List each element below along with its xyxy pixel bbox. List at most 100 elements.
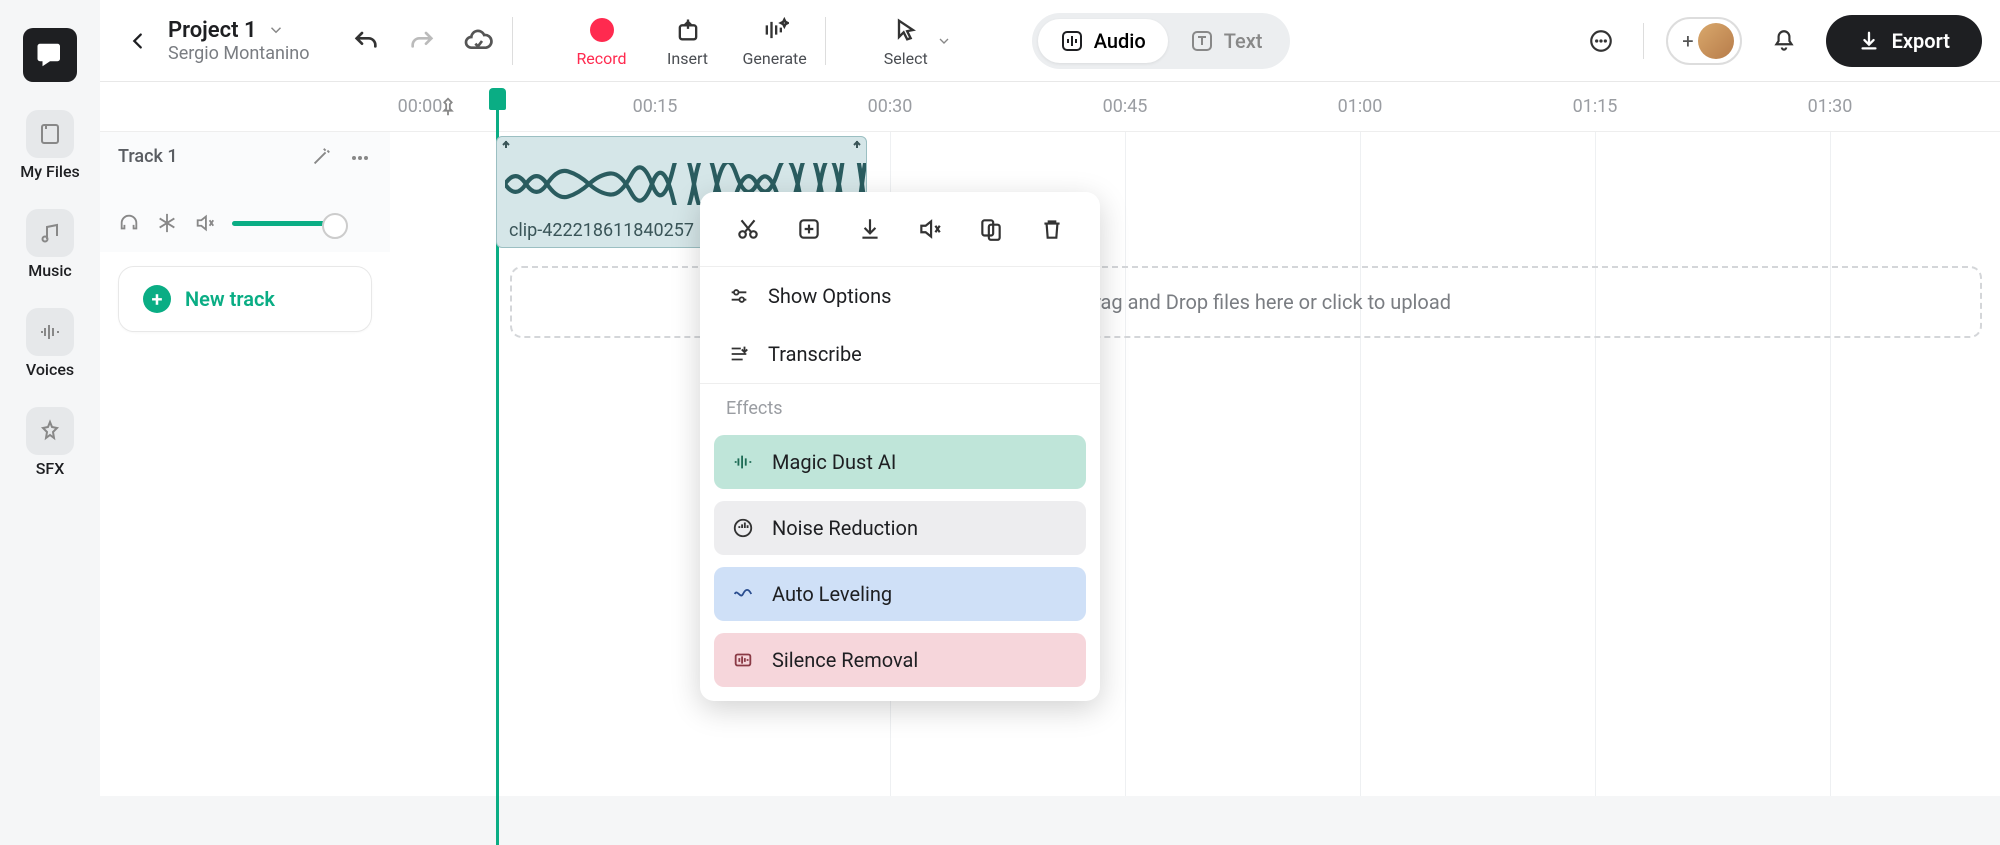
track-header: Track 1 [100, 132, 390, 252]
effect-silence-removal-button[interactable]: Silence Removal [714, 633, 1086, 687]
generate-icon [758, 13, 792, 47]
ruler-tick: 00:30 [868, 96, 913, 117]
clip-context-menu: Show Options Transcribe Effects Magic Du… [700, 192, 1100, 701]
effect-label: Silence Removal [772, 648, 918, 672]
tool-label: Record [576, 49, 626, 68]
download-button[interactable] [849, 208, 891, 250]
music-icon [26, 209, 74, 257]
cut-button[interactable] [727, 208, 769, 250]
magic-wand-icon[interactable] [310, 146, 332, 170]
noise-icon [730, 515, 756, 541]
transcribe-icon [726, 341, 752, 367]
ruler-tick: 00:45 [1103, 96, 1148, 117]
grid-line [1360, 132, 1361, 796]
delete-button[interactable] [1031, 208, 1073, 250]
grid-line [1125, 132, 1126, 796]
rail-label: My Files [20, 162, 80, 181]
voices-icon [26, 308, 74, 356]
redo-button[interactable] [406, 25, 438, 57]
tool-label: Select [884, 49, 928, 68]
more-icon[interactable] [348, 146, 372, 170]
chevron-down-icon [936, 33, 952, 49]
share-users[interactable]: + [1666, 17, 1741, 65]
mode-label: Audio [1094, 29, 1146, 53]
mode-audio-button[interactable]: Audio [1038, 19, 1168, 63]
new-track-button[interactable]: + New track [118, 266, 372, 332]
divider [1643, 23, 1644, 59]
mute-icon[interactable] [194, 212, 216, 234]
ctx-label: Show Options [768, 284, 891, 308]
cursor-icon [889, 13, 923, 47]
undo-button[interactable] [350, 25, 382, 57]
project-dropdown-icon[interactable] [267, 21, 285, 39]
generate-button[interactable]: Generate [743, 13, 807, 68]
mute-clip-button[interactable] [909, 208, 951, 250]
headphones-icon[interactable] [118, 212, 140, 234]
back-button[interactable] [118, 21, 158, 61]
insert-icon [671, 13, 705, 47]
effect-auto-leveling-button[interactable]: Auto Leveling [714, 567, 1086, 621]
clip-handle-right[interactable] [852, 139, 862, 157]
leveling-icon [730, 581, 756, 607]
rail-music[interactable]: Music [26, 209, 74, 280]
rail-sfx[interactable]: SFX [26, 407, 74, 478]
export-label: Export [1892, 29, 1950, 53]
audio-icon [1060, 29, 1084, 53]
text-icon [1190, 29, 1214, 53]
rail-voices[interactable]: Voices [26, 308, 74, 379]
divider [512, 17, 513, 65]
ruler-tick: 01:30 [1808, 96, 1853, 117]
ruler-tick: 00:15 [633, 96, 678, 117]
notifications-button[interactable] [1764, 21, 1804, 61]
silence-icon [730, 647, 756, 673]
clip-label: clip-422218611840257 [509, 220, 694, 241]
effect-label: Magic Dust AI [772, 450, 896, 474]
download-icon [1858, 30, 1880, 52]
sparkle-wave-icon [730, 449, 756, 475]
tool-label: Insert [667, 49, 708, 68]
record-icon [585, 13, 619, 47]
effect-magic-dust-button[interactable]: Magic Dust AI [714, 435, 1086, 489]
clip-handle-left[interactable] [501, 139, 511, 157]
grid-line [1830, 132, 1831, 796]
duplicate-button[interactable] [970, 208, 1012, 250]
timeline-ruler[interactable]: 00:00 00:15 00:30 00:45 01:00 01:15 01:3… [100, 82, 2000, 132]
avatar [1698, 23, 1734, 59]
record-button[interactable]: Record [571, 13, 633, 68]
mode-label: Text [1224, 29, 1263, 53]
ruler-tick: 00:00 [398, 96, 443, 117]
insert-button[interactable]: Insert [657, 13, 719, 68]
add-button[interactable] [788, 208, 830, 250]
folder-icon [26, 110, 74, 158]
ruler-tick: 01:00 [1338, 96, 1383, 117]
tool-label: Generate [743, 49, 807, 68]
rail-label: SFX [36, 459, 65, 478]
rail-label: Voices [26, 360, 74, 379]
effect-label: Auto Leveling [772, 582, 892, 606]
export-button[interactable]: Export [1826, 15, 1982, 67]
cloud-sync-button[interactable] [462, 25, 494, 57]
effect-label: Noise Reduction [772, 516, 918, 540]
ruler-tick: 01:15 [1573, 96, 1618, 117]
ctx-label: Transcribe [768, 342, 862, 366]
app-logo[interactable] [23, 28, 77, 82]
new-track-label: New track [185, 287, 275, 311]
volume-slider[interactable] [232, 221, 342, 226]
snowflake-icon[interactable] [156, 212, 178, 234]
track-title: Track 1 [118, 146, 178, 167]
rail-my-files[interactable]: My Files [20, 110, 80, 181]
comments-button[interactable] [1581, 21, 1621, 61]
select-button[interactable]: Select [884, 13, 952, 68]
add-user-icon: + [1682, 29, 1693, 53]
effects-section-label: Effects [700, 384, 1100, 429]
grid-line [1595, 132, 1596, 796]
show-options-button[interactable]: Show Options [700, 267, 1100, 325]
effect-noise-reduction-button[interactable]: Noise Reduction [714, 501, 1086, 555]
project-author: Sergio Montanino [168, 43, 310, 64]
sliders-icon [726, 283, 752, 309]
sfx-icon [26, 407, 74, 455]
rail-label: Music [28, 261, 72, 280]
divider [825, 17, 826, 65]
mode-text-button[interactable]: Text [1168, 19, 1285, 63]
transcribe-button[interactable]: Transcribe [700, 325, 1100, 383]
